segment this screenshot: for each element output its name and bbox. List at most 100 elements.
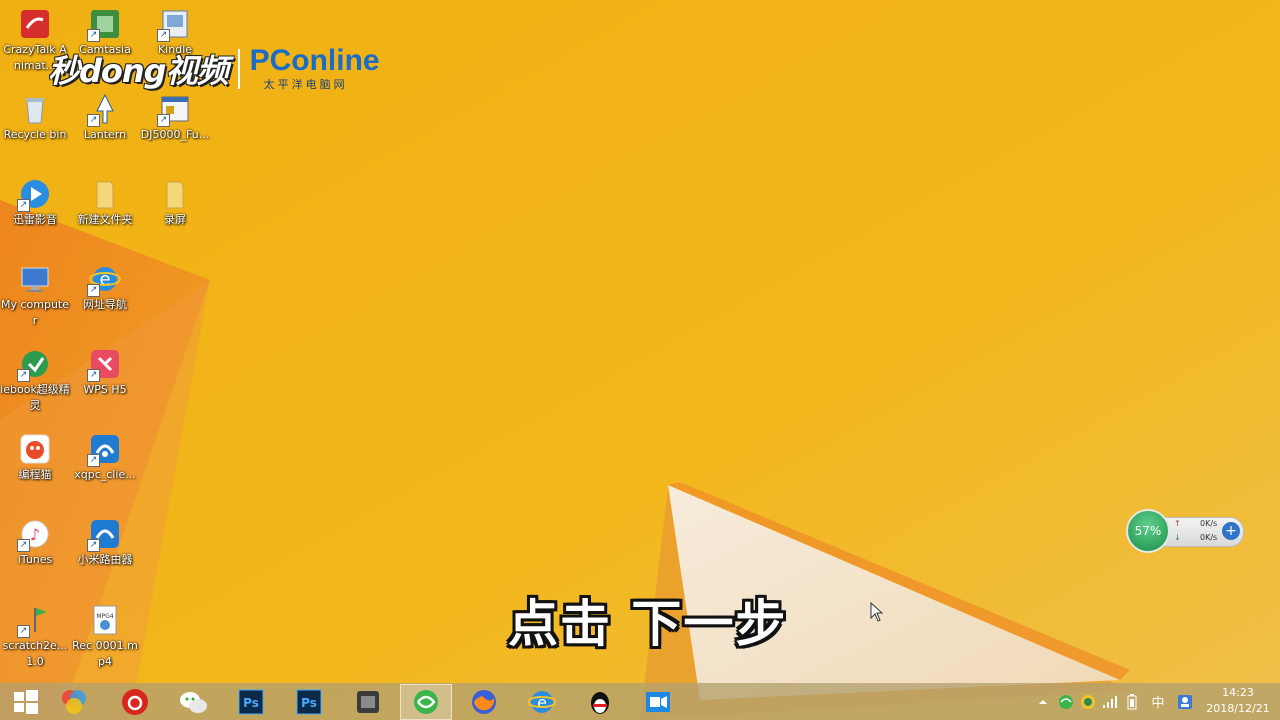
taskbar-app-photoshop-1[interactable]: Ps	[225, 684, 277, 720]
crazytalk-icon	[19, 8, 51, 40]
desktop-icon-dj5000[interactable]: ↗ DJ5000_Fu...	[140, 89, 210, 143]
desktop-icon-label: 编程猫	[18, 468, 52, 481]
watermark-brand-en-block: PConline 太平洋电脑网	[250, 46, 380, 92]
video-watermark: 秒dong视频 PConline 太平洋电脑网	[48, 44, 380, 94]
desktop-icon-recycle-bin[interactable]: Recycle bin	[0, 89, 70, 143]
upload-speed: 0K/s	[1200, 519, 1218, 528]
iebook-icon: ↗	[17, 348, 51, 382]
camtasia-icon: ↗	[87, 8, 121, 42]
taskbar-app-video[interactable]	[342, 684, 394, 720]
tray-user[interactable]	[1174, 683, 1196, 720]
show-hidden-icons-button[interactable]	[1036, 683, 1050, 720]
svg-text:Ps: Ps	[301, 696, 317, 710]
desktop-icon-my-computer[interactable]: My computer	[0, 259, 70, 329]
taskbar-app-photoshop-2[interactable]: Ps	[283, 684, 335, 720]
clock-time: 14:23	[1222, 686, 1254, 699]
browser-360-icon	[414, 690, 438, 714]
taskbar-app-wechat[interactable]	[167, 684, 219, 720]
desktop-icon-codemao[interactable]: 编程猫	[0, 429, 70, 483]
photoshop-icon: Ps	[238, 689, 264, 715]
xunlei-player-icon: ↗	[17, 178, 51, 212]
battery-icon	[1127, 693, 1137, 709]
codemao-icon	[19, 433, 51, 465]
photoshop-icon: Ps	[296, 689, 322, 715]
taskbar-app-firefox[interactable]	[458, 684, 510, 720]
netease-music-icon	[122, 689, 148, 715]
xiaomi-router-icon: ↗	[87, 518, 121, 552]
desktop-icon-wps-h5[interactable]: ↗ WPS H5	[70, 344, 140, 398]
desktop-icon-rec-video[interactable]: MPG4 Rec 0001.mp4	[70, 600, 140, 670]
desktop-icon-label: 网址导航	[83, 298, 127, 311]
svg-text:MPG4: MPG4	[96, 613, 113, 620]
desktop-icon-xunlei-player[interactable]: ↗ 迅雷影音	[0, 174, 70, 228]
computer-icon	[19, 263, 51, 295]
desktop-icon-itunes[interactable]: ♪ ↗ iTunes	[0, 514, 70, 568]
tray-browser-360[interactable]	[1056, 683, 1076, 720]
taskbar-app-internet-explorer[interactable]: e	[516, 684, 568, 720]
desktop-icon-lantern[interactable]: ↗ Lantern	[70, 89, 140, 143]
tray-battery[interactable]	[1122, 683, 1142, 720]
desktop-icon-new-folder[interactable]: 新建文件夹	[70, 174, 140, 228]
watermark-divider	[237, 49, 240, 89]
system-clock[interactable]: 14:23 2018/12/21	[1200, 685, 1276, 717]
security-shield-icon	[1081, 694, 1095, 709]
desktop-icon-iebook[interactable]: ↗ iebook超级精灵	[0, 344, 70, 414]
desktop-icon-xiaomi-router[interactable]: ↗ 小米路由器	[70, 514, 140, 568]
svg-text:♪: ♪	[30, 525, 40, 544]
desktop-icon-screen-record-folder[interactable]: 录屏	[140, 174, 210, 228]
start-button[interactable]	[0, 684, 52, 720]
watermark-brand-en-sub: 太平洋电脑网	[263, 78, 348, 91]
desktop-icon-scratch[interactable]: ↗ scratch2e... 1.0	[0, 600, 70, 670]
xqpc-client-icon: ↗	[87, 433, 121, 467]
desktop-icon-label: DJ5000_Fu...	[140, 128, 210, 141]
memory-usage-ball[interactable]: 57%	[1126, 509, 1170, 553]
internet-explorer-icon: e ↗	[87, 263, 121, 297]
download-speed: 0K/s	[1200, 533, 1218, 542]
folder-icon	[89, 178, 121, 210]
signal-bars-icon	[1103, 695, 1117, 708]
internet-explorer-icon: e	[528, 691, 556, 713]
desktop-icon-label: 新建文件夹	[77, 213, 133, 226]
screen-recorder-icon	[646, 692, 670, 712]
wps-h5-icon: ↗	[87, 348, 121, 382]
tray-security-shield[interactable]	[1078, 683, 1098, 720]
desktop-icon-xqpc-client[interactable]: ↗ xqpc_clie...	[70, 429, 140, 483]
recycle-bin-icon	[19, 93, 51, 125]
desktop-icon-label: Recycle bin	[3, 128, 67, 141]
itunes-icon: ♪ ↗	[17, 518, 51, 552]
desktop-icon-label: 迅雷影音	[13, 213, 57, 226]
network-speed-widget[interactable]: 57% ↑ ↓ 0K/s 0K/s +	[1126, 509, 1246, 553]
colorful-app-icon	[62, 690, 86, 714]
lantern-icon: ↗	[87, 93, 121, 127]
input-method-indicator[interactable]: 中	[1146, 683, 1170, 720]
accelerate-plus-icon[interactable]: +	[1222, 522, 1240, 540]
kindle-icon: ↗	[157, 8, 191, 42]
mouse-cursor-icon	[870, 602, 884, 622]
firefox-icon	[472, 690, 496, 714]
desktop-icon-label: Lantern	[83, 128, 127, 141]
taskbar-app-screen-recorder[interactable]	[632, 684, 684, 720]
download-arrow-icon: ↓	[1174, 533, 1181, 542]
svg-text:Ps: Ps	[243, 696, 259, 710]
video-app-icon	[357, 691, 379, 713]
desktop-icon-label: WPS H5	[83, 383, 127, 396]
watermark-brand-en: PConline	[249, 44, 380, 77]
desktop-icon-label: scratch2e... 1.0	[2, 639, 68, 668]
upload-arrow-icon: ↑	[1174, 519, 1181, 528]
desktop-icon-label: My computer	[0, 298, 70, 327]
taskbar-app-browser-360[interactable]	[400, 684, 452, 720]
clock-date: 2018/12/21	[1206, 702, 1270, 715]
wechat-icon	[180, 692, 207, 713]
taskbar-app-qq[interactable]	[574, 684, 626, 720]
dj5000-icon: ↗	[157, 93, 191, 127]
watermark-brand-cn: 秒dong视频	[48, 52, 229, 90]
taskbar-app-netease-music[interactable]	[109, 684, 161, 720]
desktop-icon-url-navigator[interactable]: e ↗ 网址导航	[70, 259, 140, 313]
scratch-icon: ↗	[17, 604, 51, 638]
desktop-icon-label: xqpc_clie...	[74, 468, 136, 481]
mp4-file-icon: MPG4	[89, 604, 121, 636]
browser-360-icon	[1059, 694, 1073, 709]
tray-network[interactable]	[1100, 683, 1120, 720]
taskbar-app-colorful[interactable]	[48, 684, 100, 720]
desktop-icon-label: 小米路由器	[77, 553, 133, 566]
